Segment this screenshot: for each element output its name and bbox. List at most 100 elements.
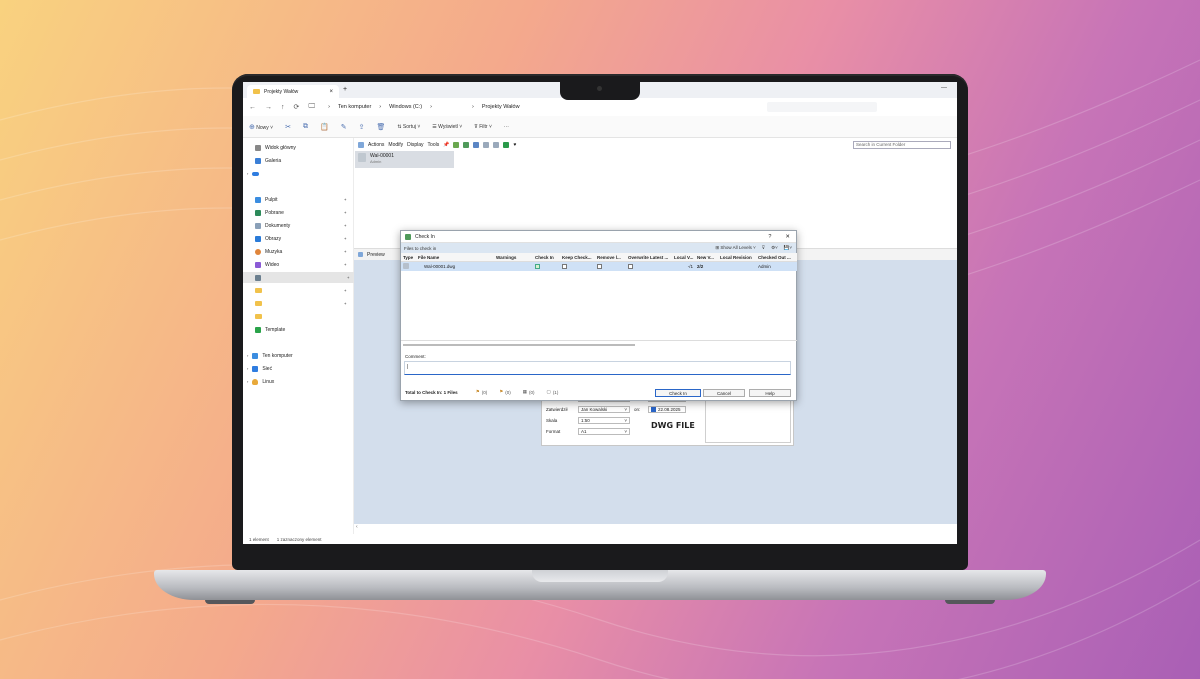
pin-icon: ✦: [343, 288, 347, 293]
help-icon[interactable]: ?: [768, 234, 771, 240]
breadcrumb-item[interactable]: Windows (C:): [389, 104, 422, 110]
sidebar-item-downloads[interactable]: Pobrane ✦: [255, 207, 351, 218]
column-header[interactable]: Check In: [533, 255, 560, 260]
column-header[interactable]: New V...: [695, 255, 718, 260]
sidebar-item-this-pc[interactable]: › Ten komputer: [247, 350, 343, 361]
sidebar-item-folder[interactable]: ✦: [255, 285, 351, 296]
file-item-wal-00001[interactable]: Wal-00001 Admin: [355, 151, 454, 168]
column-header[interactable]: Keep Check...: [560, 255, 595, 260]
settings-icon[interactable]: ⚙˅: [771, 245, 778, 251]
refresh-icon[interactable]: [503, 142, 510, 148]
cut-icon[interactable]: ✂: [285, 123, 291, 131]
menu-actions[interactable]: Actions: [368, 142, 384, 148]
delete-icon[interactable]: 🗑: [376, 123, 385, 131]
check-in-checkbox[interactable]: [535, 263, 540, 269]
column-header[interactable]: Local Revision: [718, 255, 756, 260]
pin-icon: ✦: [343, 301, 347, 306]
menu-display[interactable]: Display: [407, 142, 423, 148]
sidebar-item-home[interactable]: Widok główny: [255, 142, 351, 153]
save-icon[interactable]: 💾˅: [784, 245, 792, 251]
remove-local-checkbox[interactable]: [597, 263, 602, 269]
keep-checked-out-checkbox[interactable]: [562, 263, 567, 269]
get-latest-icon[interactable]: [473, 142, 480, 148]
back-icon[interactable]: ←: [249, 104, 256, 111]
column-header[interactable]: Remove l...: [595, 255, 626, 260]
sidebar-item-pdm-vault[interactable]: ✦: [243, 272, 354, 283]
paste-icon[interactable]: 📋: [320, 123, 329, 131]
overwrite-latest-checkbox[interactable]: [628, 263, 633, 269]
scale-select[interactable]: 1:50 ˅: [578, 417, 630, 424]
explorer-search-input[interactable]: [767, 102, 877, 112]
comment-input[interactable]: |: [404, 361, 791, 375]
sidebar-item-music[interactable]: Muzyka ✦: [255, 246, 351, 257]
tab-projekty[interactable]: Projekty Wałów ×: [247, 85, 339, 98]
filter-button[interactable]: ⊽ Filtr ˅: [474, 124, 492, 130]
more-button[interactable]: ···: [504, 124, 509, 130]
reference-counter[interactable]: ▦ (0): [523, 389, 535, 395]
breadcrumb-item[interactable]: Ten komputer: [338, 104, 371, 110]
minimize-button[interactable]: —: [941, 85, 947, 91]
table-row[interactable]: Wal-00001.dwg -/1 2/2 Admin: [401, 262, 797, 271]
sidebar-item-pictures[interactable]: Obrazy ✦: [255, 233, 351, 244]
rename-icon[interactable]: ✎: [341, 123, 347, 131]
pdm-search-input[interactable]: Search in Current Folder: [853, 141, 951, 149]
sort-button[interactable]: ⇅ Sortuj ˅: [397, 124, 420, 130]
close-tab-icon[interactable]: ×: [329, 89, 333, 95]
check-in-button[interactable]: Check In: [655, 389, 701, 397]
file-counter[interactable]: ▢ (1): [547, 389, 559, 395]
grid-scrollbar[interactable]: [403, 344, 635, 346]
check-in-icon[interactable]: [463, 142, 470, 148]
sidebar-item-template[interactable]: Template: [255, 324, 351, 335]
laptop-foot: [945, 600, 995, 604]
sidebar-item-onedrive[interactable]: ›: [247, 168, 343, 179]
sidebar-item-gallery[interactable]: Galeria: [255, 155, 351, 166]
sidebar-item-documents[interactable]: Dokumenty ✦: [255, 220, 351, 231]
close-icon[interactable]: ✕: [785, 234, 790, 240]
format-select[interactable]: A1 ˅: [578, 428, 630, 435]
pin-icon[interactable]: 📌: [443, 142, 449, 148]
column-header[interactable]: Type: [401, 255, 416, 260]
view-button[interactable]: ☰ Wyświetl ˅: [432, 124, 462, 130]
cancel-button[interactable]: Cancel: [703, 389, 745, 397]
search-file-icon[interactable]: [493, 142, 500, 148]
show-all-levels-button[interactable]: ⊞ Show All Levels ˅: [715, 245, 755, 251]
column-header[interactable]: Local V...: [672, 255, 695, 260]
filter-icon[interactable]: ⊽: [762, 245, 765, 251]
music-icon: [255, 248, 261, 255]
approved-date-picker[interactable]: 22.08.2025: [648, 406, 686, 413]
sidebar-item-folder[interactable]: [255, 311, 351, 322]
share-icon[interactable]: ⇪: [359, 123, 365, 131]
approved-by-select[interactable]: Jan Kowalski ˅: [578, 406, 630, 413]
sidebar-item-network[interactable]: › Sieć: [247, 363, 343, 374]
tab-preview[interactable]: Preview: [367, 252, 385, 258]
card-row-approved: Zatwierdził Jan Kowalski ˅ on: 22.08.2025: [546, 406, 686, 413]
menu-tools[interactable]: Tools: [428, 142, 440, 148]
sidebar-item-videos[interactable]: Wideo ✦: [255, 259, 351, 270]
horizontal-scrollbar[interactable]: ‹: [354, 524, 957, 534]
help-button[interactable]: Help: [749, 389, 791, 397]
new-button[interactable]: ⊕ Nowy ˅: [249, 123, 273, 131]
document-icon[interactable]: [483, 142, 490, 148]
info-counter[interactable]: ⚑ (0): [499, 389, 511, 395]
column-header[interactable]: Checked Out ...: [756, 255, 796, 260]
forward-icon[interactable]: →: [265, 104, 272, 111]
checkbox[interactable]: [651, 407, 656, 412]
new-tab-button[interactable]: +: [343, 86, 347, 93]
copy-icon[interactable]: ⧉: [303, 123, 308, 131]
chevron-right-icon: ›: [328, 104, 330, 110]
column-header[interactable]: Warnings: [494, 255, 533, 260]
column-header[interactable]: File Name: [416, 255, 494, 260]
refresh-icon[interactable]: ⟳: [294, 103, 300, 111]
monitor-icon[interactable]: 🖵: [308, 103, 315, 111]
sidebar-item-linux[interactable]: › Linux: [247, 376, 343, 387]
column-header[interactable]: Overwrite Latest ...: [626, 255, 672, 260]
check-out-icon[interactable]: [453, 142, 460, 148]
menu-modify[interactable]: Modify: [388, 142, 403, 148]
sidebar-item-folder[interactable]: ✦: [255, 298, 351, 309]
check-in-dialog: Check In ? ✕ Files to check in ⊞ Show Al…: [400, 230, 797, 401]
sidebar-item-desktop[interactable]: Pulpit ✦: [255, 194, 351, 205]
warning-counter[interactable]: ⚑ (0): [476, 389, 488, 395]
breadcrumb-item[interactable]: Projekty Wałów: [482, 104, 520, 110]
up-icon[interactable]: ↑: [281, 104, 285, 111]
heart-icon[interactable]: ♥: [513, 142, 516, 148]
